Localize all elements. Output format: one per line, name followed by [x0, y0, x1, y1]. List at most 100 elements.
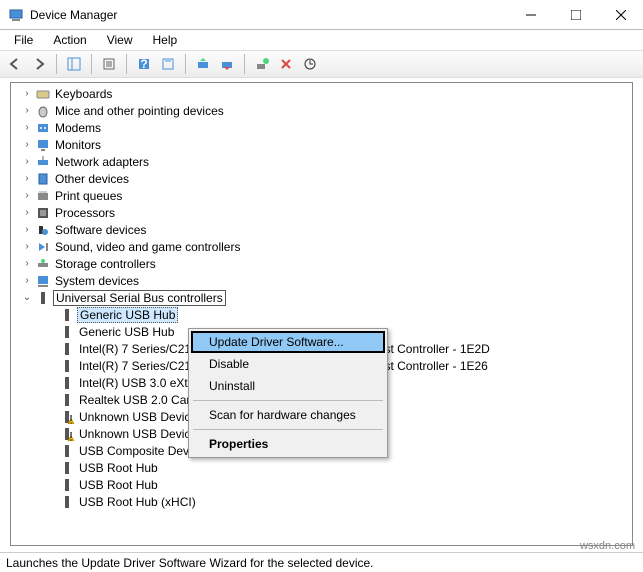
ctx-separator — [193, 429, 383, 430]
enable-device-button[interactable] — [251, 53, 273, 75]
expand-icon[interactable]: › — [21, 156, 33, 167]
back-button[interactable] — [4, 53, 26, 75]
tree-item[interactable]: ›Print queues — [13, 187, 630, 204]
usb-icon — [35, 290, 51, 306]
expand-icon[interactable]: › — [21, 122, 33, 133]
expand-icon[interactable]: › — [21, 224, 33, 235]
collapse-icon[interactable]: ⌄ — [21, 292, 33, 303]
tree-item[interactable]: › System devices — [13, 272, 630, 289]
tree-item-usb-controllers[interactable]: ⌄ Universal Serial Bus controllers — [13, 289, 630, 306]
ctx-update-driver[interactable]: Update Driver Software... — [191, 331, 385, 353]
tree-item[interactable]: › Monitors — [13, 136, 630, 153]
category-icon — [35, 154, 51, 170]
tree-item[interactable]: › Modems — [13, 119, 630, 136]
usb-device-icon: ! — [59, 426, 75, 442]
expand-icon[interactable]: › — [21, 207, 33, 218]
tree-item-device[interactable]: Generic USB Hub — [13, 306, 630, 323]
expand-icon[interactable]: › — [21, 139, 33, 150]
category-icon — [35, 137, 51, 153]
menu-action[interactable]: Action — [45, 31, 94, 49]
ctx-uninstall[interactable]: Uninstall — [191, 375, 385, 397]
help-button[interactable]: ? — [133, 53, 155, 75]
usb-device-icon: ! — [59, 409, 75, 425]
tree-item[interactable]: ›Network adapters — [13, 153, 630, 170]
menu-help[interactable]: Help — [145, 31, 186, 49]
tree-item[interactable]: › Mice and other pointing devices — [13, 102, 630, 119]
tree-item-label: USB Root Hub (xHCI) — [77, 495, 198, 509]
category-icon — [35, 103, 51, 119]
expand-icon[interactable]: › — [21, 88, 33, 99]
app-icon — [8, 7, 24, 23]
maximize-button[interactable] — [553, 0, 598, 30]
scan-hardware-button[interactable] — [299, 53, 321, 75]
uninstall-button[interactable] — [275, 53, 297, 75]
tree-item-device[interactable]: USB Root Hub (xHCI) — [13, 493, 630, 510]
forward-button[interactable] — [28, 53, 50, 75]
tree-item-label: Generic USB Hub — [77, 307, 178, 323]
disable-button[interactable] — [216, 53, 238, 75]
category-icon — [35, 120, 51, 136]
svg-text:!: ! — [69, 429, 72, 441]
device-tree[interactable]: ›Keyboards›Mice and other pointing devic… — [10, 82, 633, 546]
tree-item-label: USB Root Hub — [77, 461, 160, 475]
action-button[interactable] — [157, 53, 179, 75]
category-icon — [35, 171, 51, 187]
expand-icon[interactable]: › — [21, 105, 33, 116]
tree-item-label: Unknown USB Device — [77, 410, 199, 424]
expand-icon[interactable]: › — [21, 241, 33, 252]
tree-item-label: Other devices — [53, 172, 131, 186]
menu-view[interactable]: View — [99, 31, 141, 49]
tree-item-label: USB Composite Device — [77, 444, 206, 458]
tree-item-label: Mice and other pointing devices — [53, 104, 226, 118]
expand-icon[interactable]: › — [21, 190, 33, 201]
minimize-button[interactable] — [508, 0, 553, 30]
tree-item-label: Unknown USB Device — [77, 427, 199, 441]
svg-text:!: ! — [69, 412, 72, 424]
tree-item[interactable]: ›Storage controllers — [13, 255, 630, 272]
expand-icon[interactable]: › — [21, 275, 33, 286]
watermark: wsxdn.com — [580, 540, 635, 552]
tree-item-label: System devices — [53, 274, 141, 288]
context-menu: Update Driver Software... Disable Uninst… — [188, 328, 388, 458]
usb-device-icon — [59, 460, 75, 476]
ctx-scan[interactable]: Scan for hardware changes — [191, 404, 385, 426]
toolbar-separator — [126, 54, 127, 74]
tree-item-device[interactable]: USB Root Hub — [13, 459, 630, 476]
ctx-properties[interactable]: Properties — [191, 433, 385, 455]
tree-item[interactable]: › Software devices — [13, 221, 630, 238]
menu-file[interactable]: File — [6, 31, 41, 49]
expand-icon[interactable]: › — [21, 173, 33, 184]
tree-item-label: Sound, video and game controllers — [53, 240, 242, 254]
tree-item-label: Generic USB Hub — [77, 325, 176, 339]
update-driver-button[interactable] — [192, 53, 214, 75]
tree-item[interactable]: › Sound, video and game controllers — [13, 238, 630, 255]
toolbar: ? — [0, 50, 643, 78]
properties-button[interactable] — [98, 53, 120, 75]
show-hide-tree-button[interactable] — [63, 53, 85, 75]
tree-item[interactable]: ›Processors — [13, 204, 630, 221]
usb-device-icon — [59, 358, 75, 374]
category-icon — [35, 239, 51, 255]
usb-device-icon — [59, 324, 75, 340]
usb-device-icon — [59, 494, 75, 510]
usb-device-icon — [59, 375, 75, 391]
usb-device-icon — [59, 477, 75, 493]
tree-item-label: Software devices — [53, 223, 148, 237]
ctx-separator — [193, 400, 383, 401]
expand-icon[interactable]: › — [21, 258, 33, 269]
ctx-disable[interactable]: Disable — [191, 353, 385, 375]
category-icon — [35, 86, 51, 102]
status-text: Launches the Update Driver Software Wiza… — [6, 556, 374, 570]
toolbar-separator — [91, 54, 92, 74]
tree-item[interactable]: ›Keyboards — [13, 85, 630, 102]
window-title: Device Manager — [30, 8, 508, 22]
category-icon — [35, 205, 51, 221]
close-button[interactable] — [598, 0, 643, 30]
titlebar: Device Manager — [0, 0, 643, 30]
category-icon — [35, 273, 51, 289]
tree-item-device[interactable]: USB Root Hub — [13, 476, 630, 493]
tree-item-label: Monitors — [53, 138, 103, 152]
tree-item[interactable]: › Other devices — [13, 170, 630, 187]
category-icon — [35, 256, 51, 272]
tree-item-label: Modems — [53, 121, 103, 135]
